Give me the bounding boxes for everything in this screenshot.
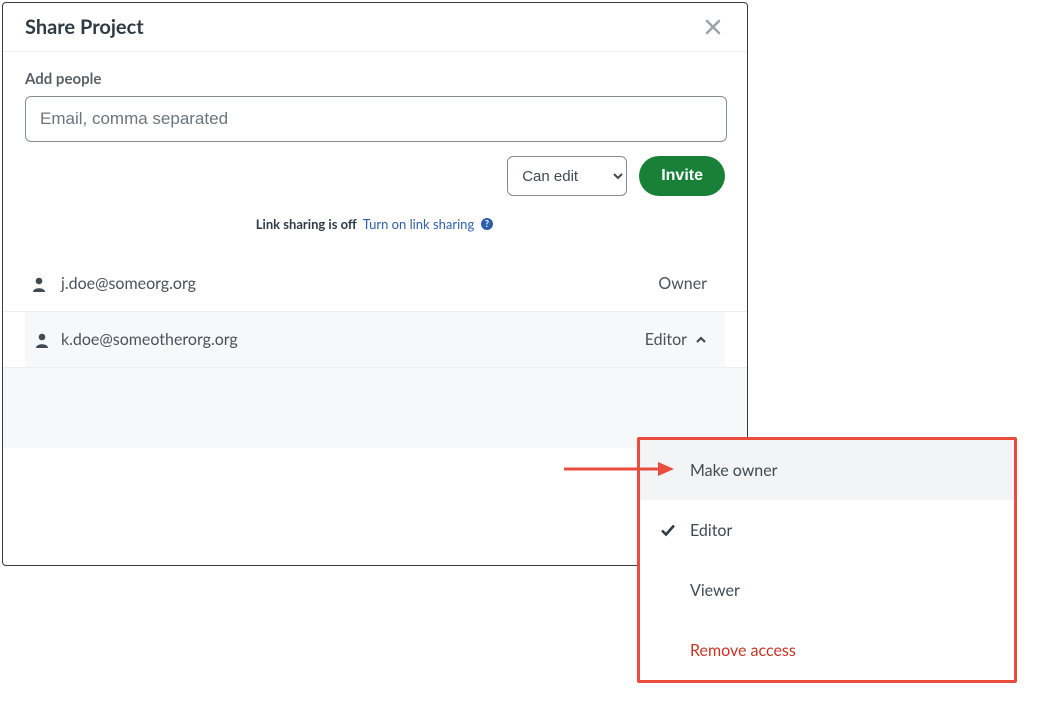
person-row: k.doe@someotherorg.org Editor [25,312,725,367]
link-sharing-toggle[interactable]: Turn on link sharing [363,216,474,232]
dropdown-item-editor[interactable]: Editor [640,500,1014,560]
role-dropdown-menu: Make owner Editor Viewer Remove access [637,437,1017,683]
person-role-dropdown-trigger[interactable]: Editor [645,330,725,349]
svg-text:?: ? [485,218,489,229]
modal-body: Add people Can edit Invite Link sharing … [3,52,747,448]
permission-select[interactable]: Can edit [507,156,627,196]
people-list: j.doe@someorg.org Owner k.doe@someothero… [25,256,725,368]
invite-button[interactable]: Invite [639,156,725,196]
close-button[interactable] [701,15,725,39]
dropdown-item-make-owner[interactable]: Make owner [640,440,1014,500]
close-icon [705,19,721,35]
dropdown-item-label: Viewer [690,581,994,600]
role-label: Owner [658,274,707,293]
help-icon[interactable]: ? [480,217,494,231]
dropdown-item-label: Make owner [690,461,994,480]
dropdown-item-label: Editor [690,521,994,540]
email-input[interactable] [25,96,727,142]
modal-footer [3,368,747,448]
dropdown-item-label: Remove access [690,641,994,660]
link-sharing-status: Link sharing is off [256,216,357,232]
modal-title: Share Project [25,15,144,39]
chevron-up-icon [695,334,707,346]
role-label: Editor [645,330,687,349]
person-email: k.doe@someotherorg.org [53,330,645,349]
dropdown-item-remove-access[interactable]: Remove access [640,620,1014,680]
add-people-label: Add people [25,70,725,88]
invite-row: Can edit Invite [25,156,725,196]
user-icon [25,276,53,292]
dropdown-item-viewer[interactable]: Viewer [640,560,1014,620]
check-icon [660,522,690,538]
modal-header: Share Project [3,3,747,52]
link-sharing-row: Link sharing is off Turn on link sharing… [25,216,725,232]
person-row: j.doe@someorg.org Owner [25,256,725,311]
user-icon [25,332,53,348]
person-role: Owner [658,274,725,293]
person-email: j.doe@someorg.org [53,274,658,293]
